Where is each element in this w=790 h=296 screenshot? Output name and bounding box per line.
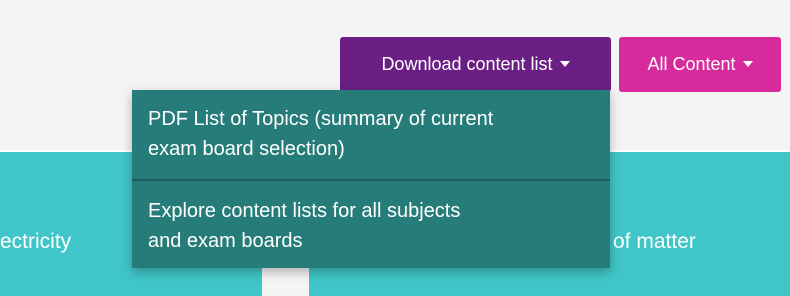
all-content-button-label: All Content (647, 54, 736, 74)
topic-card-label: ectricity (0, 230, 72, 253)
chevron-down-icon (559, 60, 570, 67)
download-dropdown-menu: PDF List of Topics (summary of current e… (132, 90, 610, 268)
menu-item-text: and exam boards (148, 230, 303, 252)
menu-item-pdf-list[interactable]: PDF List of Topics (summary of current e… (132, 104, 610, 164)
menu-item-text: Explore content lists for all subjects (148, 200, 461, 222)
menu-item-explore-lists[interactable]: Explore content lists for all subjects a… (132, 196, 610, 256)
download-button-label: Download content list (381, 54, 553, 74)
menu-item-text: PDF List of Topics (summary of current (148, 108, 494, 130)
all-content-button[interactable]: All Content (619, 37, 781, 92)
chevron-down-icon (742, 60, 753, 67)
menu-divider (132, 179, 610, 181)
topic-card-label: of matter (613, 230, 696, 253)
menu-item-text: exam board selection) (148, 138, 345, 160)
download-content-list-button[interactable]: Download content list (340, 37, 611, 92)
